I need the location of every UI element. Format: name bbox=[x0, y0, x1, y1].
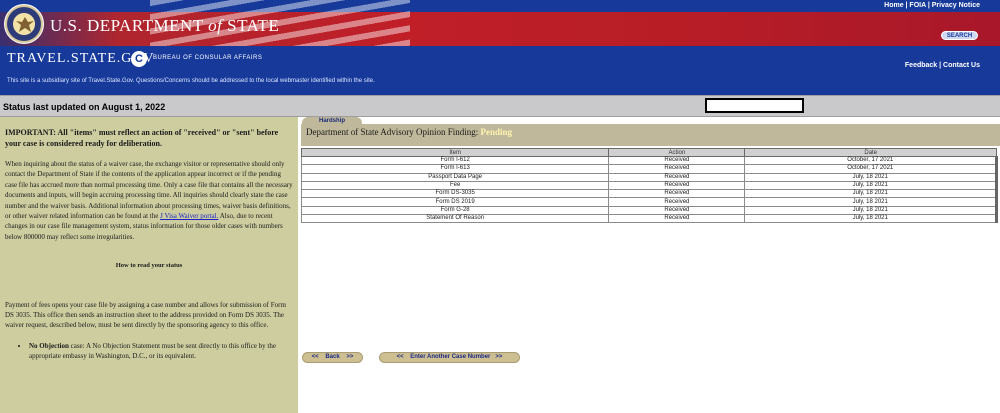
enter-another-case-button[interactable]: << Enter Another Case Number >> bbox=[379, 352, 520, 363]
no-objection-title: No Objection bbox=[29, 341, 69, 350]
cell-item: Passport Data Page bbox=[300, 172, 610, 182]
finding-status: Pending bbox=[480, 127, 513, 137]
site-header: Home | FOIA | Privacy Notice U.S. DEPART… bbox=[0, 0, 1000, 95]
back-button[interactable]: << Back >> bbox=[302, 352, 363, 363]
info-content: IMPORTANT: All "items" must reflect an a… bbox=[5, 128, 293, 362]
cell-date: October, 17 2021 bbox=[744, 164, 998, 174]
table-header-row: Item Action Date bbox=[300, 148, 997, 157]
arrow-left-icon: << bbox=[396, 354, 404, 360]
logo-circle-icon: C bbox=[131, 51, 147, 67]
bureau-name: BUREAU OF CONSULAR AFFAIRS bbox=[153, 55, 263, 61]
status-updated-text: Status last updated on August 1, 2022 bbox=[3, 102, 166, 112]
table-row: Fee Received July, 18 2021 bbox=[300, 180, 998, 191]
how-to-read-heading: How to read your status bbox=[115, 262, 183, 270]
cell-item: Form G-28 bbox=[300, 205, 610, 216]
cell-item: Fee bbox=[300, 180, 610, 191]
cell-action: Received bbox=[608, 164, 746, 174]
finding-label: Department of State Advisory Opinion Fin… bbox=[306, 127, 481, 137]
fees-paragraph: Payment of fees opens your case file by … bbox=[5, 300, 286, 330]
cell-date: July, 18 2021 bbox=[744, 205, 998, 216]
arrow-right-icon: >> bbox=[495, 354, 503, 360]
subsidiary-notice: This site is a subsidiary site of Travel… bbox=[7, 78, 375, 84]
table-row: Form DS 2019 Received July, 18 2021 bbox=[300, 197, 998, 207]
column-header-action: Action bbox=[608, 148, 746, 157]
finding-text: Department of State Advisory Opinion Fin… bbox=[306, 127, 512, 137]
cell-action: Received bbox=[608, 180, 746, 191]
info-sidebar: IMPORTANT: All "items" must reflect an a… bbox=[0, 117, 298, 413]
site-title-main: U.S. DEPARTMENT bbox=[50, 16, 209, 35]
cell-date: July, 18 2021 bbox=[744, 214, 998, 224]
cell-action: Received bbox=[608, 214, 746, 224]
j-visa-waiver-portal-link[interactable]: J Visa Waiver portal. bbox=[160, 212, 218, 220]
important-notice: IMPORTANT: All "items" must reflect an a… bbox=[5, 128, 279, 148]
cell-item: Form DS-3035 bbox=[300, 189, 610, 199]
cell-action: Received bbox=[608, 205, 746, 216]
cell-item: Form I-612 bbox=[300, 155, 610, 166]
cell-action: Received bbox=[608, 197, 746, 207]
top-nav-links[interactable]: Home | FOIA | Privacy Notice bbox=[884, 2, 980, 9]
cell-item: Form I-613 bbox=[300, 164, 610, 174]
search-button[interactable]: SEARCH bbox=[941, 31, 978, 40]
case-number-field[interactable] bbox=[705, 98, 804, 113]
site-title[interactable]: U.S. DEPARTMENT of STATE bbox=[50, 16, 279, 36]
cell-date: July, 18 2021 bbox=[744, 189, 998, 199]
cell-date: July, 18 2021 bbox=[744, 197, 998, 207]
cell-date: October, 17 2021 bbox=[744, 155, 998, 166]
department-seal-icon bbox=[4, 4, 44, 44]
inquiry-paragraph: When inquiring about the status of a wai… bbox=[5, 159, 293, 242]
table-row: Form I-612 Received October, 17 2021 bbox=[300, 155, 998, 166]
finding-bar: Department of State Advisory Opinion Fin… bbox=[301, 124, 1000, 146]
enter-another-case-label: Enter Another Case Number bbox=[410, 354, 491, 360]
cell-action: Received bbox=[608, 155, 746, 166]
arrow-left-icon: << bbox=[311, 354, 319, 360]
site-title-state: STATE bbox=[222, 16, 280, 35]
cell-date: July, 18 2021 bbox=[744, 172, 998, 182]
table-row: Statement Of Reason Received July, 18 2021 bbox=[300, 214, 998, 224]
table-row: Form I-613 Received October, 17 2021 bbox=[300, 164, 998, 174]
cell-date: July, 18 2021 bbox=[744, 180, 998, 191]
arrow-right-icon: >> bbox=[346, 354, 354, 360]
case-type-list: No Objection case: A No Objection Statem… bbox=[29, 341, 293, 362]
site-title-of: of bbox=[208, 16, 223, 35]
cell-action: Received bbox=[608, 189, 746, 199]
table-row: Form G-28 Received July, 18 2021 bbox=[300, 205, 998, 216]
table-row: Form DS-3035 Received July, 18 2021 bbox=[300, 189, 998, 199]
cell-item: Form DS 2019 bbox=[300, 197, 610, 207]
eagle-icon bbox=[16, 17, 34, 32]
case-items-table: Item Action Date Form I-612 Received Octob… bbox=[300, 148, 998, 224]
list-item: No Objection case: A No Objection Statem… bbox=[29, 341, 293, 362]
cell-item: Statement Of Reason bbox=[300, 214, 610, 224]
cell-action: Received bbox=[608, 172, 746, 182]
feedback-contact-links[interactable]: Feedback | Contact Us bbox=[905, 62, 980, 69]
column-header-date: Date bbox=[744, 148, 997, 157]
back-button-label: Back bbox=[325, 354, 340, 360]
table-row: Passport Data Page Received July, 18 2021 bbox=[300, 172, 998, 182]
column-header-item: Item bbox=[300, 148, 610, 157]
status-bar: Status last updated on August 1, 2022 bbox=[0, 95, 1000, 117]
